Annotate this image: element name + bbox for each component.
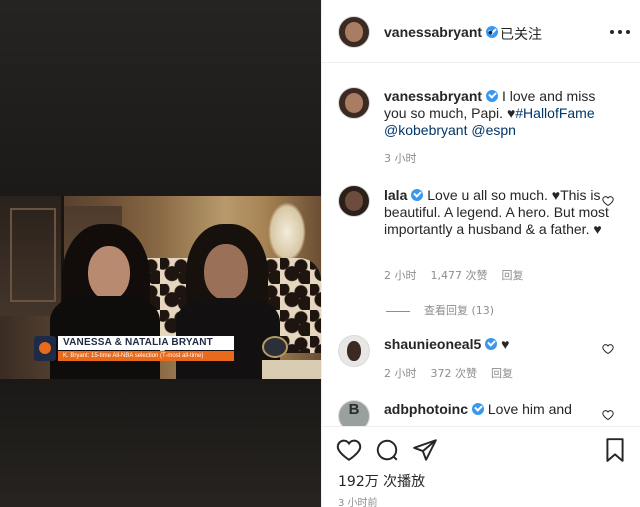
- video-frame[interactable]: VANESSA & NATALIA BRYANT K. Bryant: 15-t…: [0, 196, 321, 379]
- view-count[interactable]: 192万 次播放: [338, 471, 425, 491]
- post-header: vanessabryant • 已关注: [322, 0, 640, 63]
- caption-text: vanessabryant I love and miss you so muc…: [384, 88, 610, 139]
- comment-body: Love him and: [487, 401, 572, 417]
- bookmark-icon[interactable]: [602, 437, 628, 463]
- background-lamp: [268, 202, 306, 262]
- background-window: [0, 196, 64, 316]
- view-replies-button[interactable]: 查看回复 (13): [386, 302, 494, 318]
- comment-meta: 2 小时 372 次赞 回复: [384, 365, 527, 381]
- broadcast-lower-third: VANESSA & NATALIA BRYANT K. Bryant: 15-t…: [34, 336, 234, 366]
- hall-of-fame-logo-icon: [262, 336, 288, 358]
- comment-body: ♥: [501, 336, 510, 352]
- comment-meta: 2 小时 1,477 次赞 回复: [384, 267, 538, 283]
- avatar-letter: B: [348, 401, 360, 418]
- comment-avatar[interactable]: B: [338, 400, 370, 426]
- person-right-face: [204, 244, 248, 300]
- avatar[interactable]: [338, 16, 370, 48]
- post-actions: 192万 次播放 3 小时前: [322, 426, 640, 507]
- view-replies-label[interactable]: 查看回复 (13): [424, 304, 494, 317]
- caption-time: 3 小时: [384, 152, 417, 165]
- comment-text: lala Love u all so much. ♥This is beauti…: [384, 187, 610, 238]
- like-comment-heart-icon[interactable]: [602, 195, 614, 207]
- like-comment-heart-icon[interactable]: [602, 343, 614, 355]
- caption-username[interactable]: vanessabryant: [384, 88, 482, 104]
- hashtag-link[interactable]: #HallofFame: [515, 105, 594, 121]
- reply-button[interactable]: 回复: [491, 367, 513, 380]
- post-sidebar: vanessabryant • 已关注 vanessabryant I love…: [321, 0, 640, 507]
- comment-avatar[interactable]: [338, 335, 370, 367]
- verified-badge-icon: [485, 338, 498, 350]
- posted-time: 3 小时前: [338, 498, 378, 507]
- separator-dot: •: [488, 24, 493, 40]
- caption-avatar[interactable]: [338, 87, 370, 119]
- video-player[interactable]: VANESSA & NATALIA BRYANT K. Bryant: 15-t…: [0, 0, 321, 507]
- comment-username[interactable]: adbphotoinc: [384, 401, 468, 417]
- mention-link[interactable]: @espn: [471, 122, 516, 138]
- corner-graphic: [262, 360, 321, 379]
- comment-text: shaunieoneal5 ♥: [384, 336, 610, 353]
- reply-button[interactable]: 回复: [502, 269, 524, 282]
- verified-badge-icon: [486, 90, 499, 102]
- comment-icon[interactable]: [374, 437, 400, 463]
- header-username[interactable]: vanessabryant: [384, 24, 499, 40]
- like-comment-heart-icon[interactable]: [602, 409, 614, 421]
- comment-time: 2 小时: [384, 269, 417, 282]
- mention-link[interactable]: @kobebryant: [384, 122, 467, 138]
- more-horizontal-icon[interactable]: [610, 30, 630, 34]
- comment-time: 2 小时: [384, 367, 417, 380]
- comment-likes[interactable]: 372 次赞: [431, 367, 478, 380]
- video-letterbox-bottom: [0, 379, 321, 507]
- lower-third-subtitle: K. Bryant: 15-time All-NBA selection (T-…: [58, 351, 234, 361]
- comment-text: adbphotoinc Love him and: [384, 401, 610, 418]
- username-link[interactable]: vanessabryant: [384, 24, 482, 40]
- verified-badge-icon: [411, 189, 424, 201]
- comment-likes[interactable]: 1,477 次赞: [431, 269, 488, 282]
- share-icon[interactable]: [412, 437, 438, 463]
- replies-divider: [386, 310, 410, 312]
- comments-list[interactable]: vanessabryant I love and miss you so muc…: [322, 63, 640, 426]
- comment-username[interactable]: lala: [384, 187, 407, 203]
- lower-third-name: VANESSA & NATALIA BRYANT: [58, 336, 234, 350]
- verified-badge-icon: [472, 403, 484, 415]
- espn-logo-icon: [34, 336, 56, 361]
- heart-icon[interactable]: [336, 437, 362, 463]
- following-button[interactable]: 已关注: [500, 24, 542, 44]
- comment-username[interactable]: shaunieoneal5: [384, 336, 481, 352]
- person-left-face: [88, 246, 130, 300]
- comment-avatar[interactable]: [338, 185, 370, 217]
- video-letterbox-top: [0, 0, 321, 196]
